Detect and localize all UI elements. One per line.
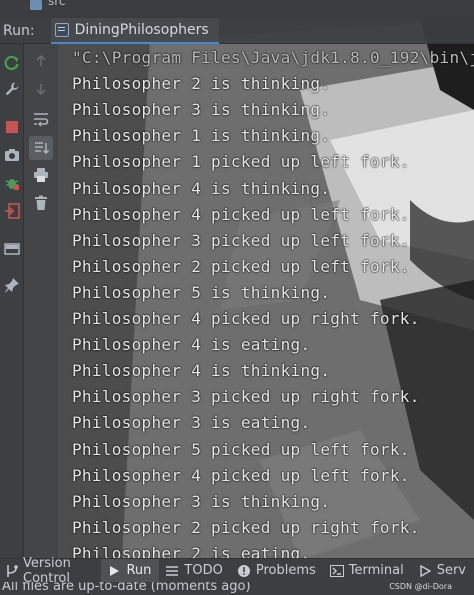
pin-icon[interactable] — [3, 276, 21, 294]
camera-icon[interactable] — [3, 146, 21, 164]
wrench-icon[interactable] — [3, 80, 21, 98]
run-config-tab[interactable]: DiningPhilosophers — [50, 17, 219, 44]
application-icon — [54, 22, 69, 37]
console-line: Philosopher 3 picked up left fork. — [72, 230, 410, 250]
tab-problems-label: Problems — [255, 563, 316, 578]
arrow-up-icon[interactable] — [32, 52, 50, 70]
run-config-tab-label: DiningPhilosophers — [74, 21, 209, 38]
rerun-icon[interactable] — [3, 54, 21, 72]
tab-todo-label: TODO — [184, 563, 223, 578]
console-line: Philosopher 5 picked up left fork. — [72, 439, 410, 459]
watermark: CSDN @di-Dora — [389, 582, 452, 591]
project-tree-strip: src — [0, 0, 474, 18]
console-line: Philosopher 4 picked up left fork. — [72, 465, 410, 485]
tab-version-control-label: Version Control — [23, 555, 71, 586]
console-line: Philosopher 4 is eating. — [72, 335, 311, 355]
debug-bug-icon[interactable] — [3, 174, 21, 192]
console-line: Philosopher 2 picked up right fork. — [72, 517, 420, 537]
tab-run[interactable]: Run — [101, 558, 160, 583]
scroll-to-end-icon[interactable] — [29, 136, 53, 160]
soft-wrap-icon[interactable] — [32, 110, 50, 128]
console-line: Philosopher 4 picked up right fork. — [72, 309, 420, 328]
run-icon — [107, 564, 121, 578]
problems-icon — [237, 564, 251, 578]
status-message[interactable]: All files are up-to-date (moments ago) — [2, 582, 251, 594]
console-line: Philosopher 3 is thinking. — [72, 100, 331, 120]
version-control-icon — [6, 564, 18, 578]
run-label: Run: — [3, 22, 35, 39]
exit-icon[interactable] — [3, 202, 21, 220]
console-output[interactable]: "C:\Program Files\Java\jdk1.8.0_192\bin\… — [58, 44, 474, 558]
console-line: Philosopher 2 is thinking. — [72, 74, 331, 94]
todo-icon — [165, 564, 179, 578]
run-toolbar-primary — [0, 44, 24, 558]
tab-todo[interactable]: TODO — [159, 559, 230, 583]
status-bar: All files are up-to-date (moments ago) C… — [0, 582, 474, 595]
tab-run-label: Run — [126, 563, 152, 578]
trash-icon[interactable] — [32, 194, 50, 212]
bottom-tool-tabs: Version Control Run TODO Problems Termin… — [0, 555, 474, 586]
terminal-icon — [329, 564, 344, 578]
tab-services-label: Serv — [436, 563, 466, 578]
console-line: Philosopher 3 is thinking. — [72, 491, 331, 511]
layout-icon[interactable] — [3, 240, 21, 258]
console-line: Philosopher 4 is thinking. — [72, 361, 331, 381]
tab-terminal-label: Terminal — [348, 563, 404, 578]
run-toolbar-secondary — [24, 44, 58, 558]
run-tool-window-header: Run: DiningPhilosophers — [0, 17, 474, 44]
folder-icon — [30, 0, 42, 10]
console-command-line: "C:\Program Files\Java\jdk1.8.0_192\bin\… — [72, 48, 474, 67]
arrow-down-icon[interactable] — [32, 80, 50, 98]
console-line: Philosopher 2 is eating. — [72, 543, 311, 558]
print-icon[interactable] — [32, 166, 50, 184]
console-line: Philosopher 4 picked up left fork. — [72, 204, 410, 224]
console-line: Philosopher 5 is thinking. — [72, 282, 331, 302]
tree-item-src[interactable]: src — [48, 0, 66, 8]
console-line: Philosopher 1 is thinking. — [72, 126, 331, 146]
tab-terminal[interactable]: Terminal — [324, 559, 412, 583]
console-line: Philosopher 2 picked up left fork. — [72, 256, 410, 276]
tab-problems[interactable]: Problems — [231, 559, 324, 583]
tab-services[interactable]: Serv — [412, 559, 474, 583]
console-line: Philosopher 3 is eating. — [72, 413, 311, 433]
console-line: Philosopher 4 is thinking. — [72, 178, 331, 198]
services-icon — [418, 564, 432, 578]
tab-version-control[interactable]: Version Control — [0, 555, 101, 586]
console-line: Philosopher 3 picked up right fork. — [72, 387, 420, 407]
console-line: Philosopher 1 picked up left fork. — [72, 152, 410, 172]
stop-icon[interactable] — [3, 118, 21, 136]
